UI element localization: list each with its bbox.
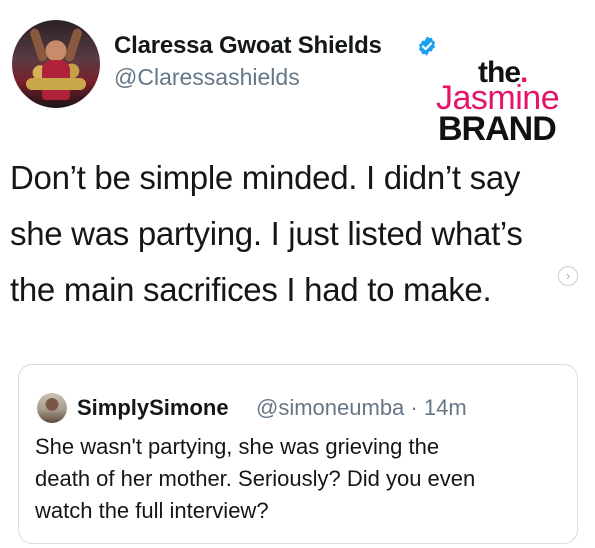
brand-line-brand: BRAND (438, 110, 557, 148)
quoted-text-line: death of her mother. Seriously? Did you … (35, 466, 476, 491)
tweet-text: Don’t be simple minded. I didn’t say she… (10, 150, 585, 318)
tweet-text-line: Don’t be simple minded. I didn’t say (10, 159, 521, 196)
author-handle[interactable]: @Claressashields (114, 64, 300, 91)
quoted-text-line: watch the full interview? (35, 498, 269, 523)
brand-watermark: the. Jasmine BRAND (436, 56, 586, 148)
quoted-timestamp: 14m (423, 395, 467, 420)
verified-badge-icon (418, 36, 436, 56)
tweet-text-line: she was partying. I just listed what’s (10, 215, 523, 252)
meta-separator: · (410, 395, 418, 420)
quoted-author-handle: @simoneumba (256, 395, 405, 420)
quoted-text-line: She wasn't partying, she was grieving th… (35, 434, 440, 459)
author-avatar[interactable] (12, 20, 100, 108)
author-name[interactable]: Claressa Gwoat Shields (114, 32, 382, 60)
chevron-right-icon[interactable]: › (558, 266, 578, 286)
avatar-graphic (28, 27, 49, 63)
tweet-text-line: the main sacrifices I had to make. (10, 271, 492, 308)
quoted-author-meta: @simoneumba · 14m (256, 395, 467, 421)
quoted-author-name: SimplySimone (77, 395, 229, 420)
quoted-author-avatar (37, 393, 67, 423)
quoted-tweet-text: She wasn't partying, she was grieving th… (35, 431, 565, 527)
avatar-graphic (63, 27, 84, 63)
quoted-tweet-card[interactable]: SimplySimone @simoneumba · 14m She wasn'… (18, 364, 578, 544)
avatar-graphic (26, 78, 86, 90)
